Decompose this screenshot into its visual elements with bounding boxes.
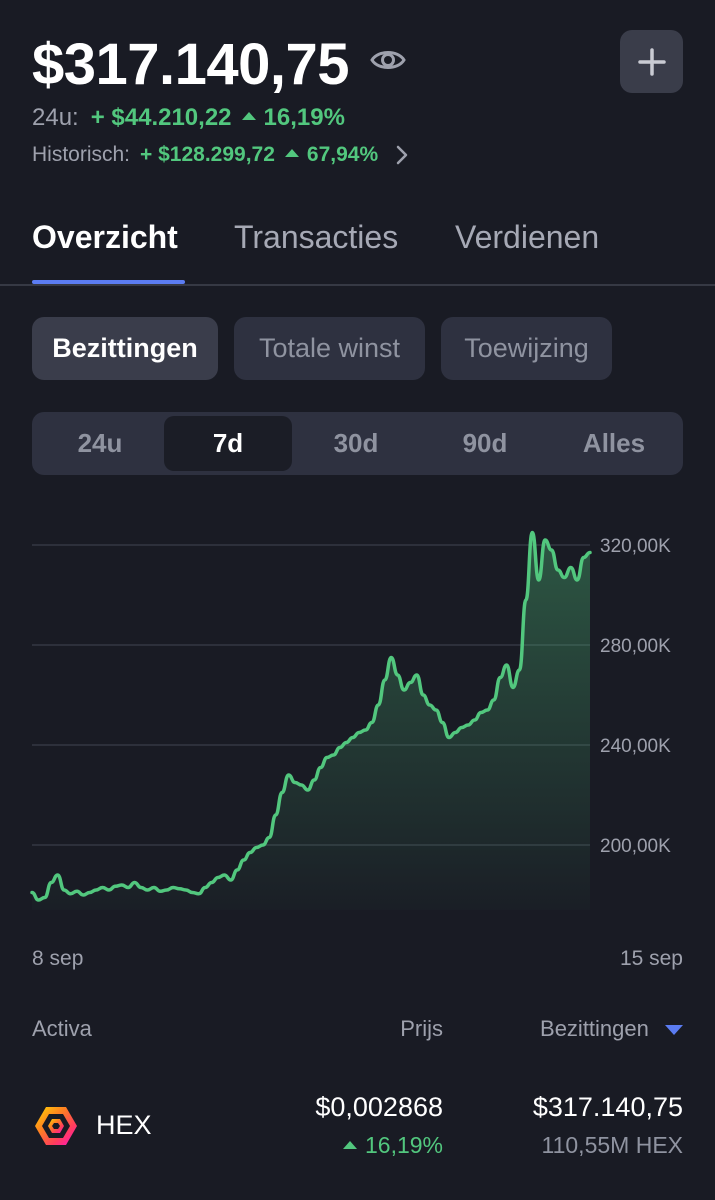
asset-holding-value: $317.140,75 (532, 1092, 683, 1122)
asset-price-change-pct: 16,19% (364, 1132, 443, 1158)
historic-change-pct: 67,94% (306, 143, 379, 166)
filter-total-profit[interactable]: Totale winst (234, 317, 425, 380)
tab-transactions[interactable]: Transacties (234, 216, 398, 258)
day-change-pct: 16,19% (263, 104, 345, 131)
asset-row[interactable]: HEX $0,002868 16,19% $317.140,75 110,55M… (0, 1080, 715, 1180)
asset-price: $0,002868 (315, 1092, 443, 1122)
column-header-price[interactable]: Prijs (400, 1016, 443, 1042)
add-button[interactable] (620, 30, 683, 93)
y-tick-label: 200,00K (600, 836, 671, 857)
chevron-right-icon[interactable] (396, 145, 408, 165)
period-24h[interactable]: 24u (36, 416, 164, 471)
filter-allocation[interactable]: Toewijzing (441, 317, 612, 380)
period-selector: 24u 7d 30d 90d Alles (32, 412, 683, 475)
chart-end-date: 15 sep (619, 947, 683, 970)
portfolio-screen: $317.140,75 24u: + $44.210,22 16,19% His… (0, 0, 715, 1200)
active-tab-indicator (32, 280, 185, 284)
column-header-asset: Activa (32, 1016, 92, 1041)
sort-down-icon (665, 1025, 683, 1036)
period-7d[interactable]: 7d (164, 416, 292, 471)
period-90d[interactable]: 90d (421, 416, 549, 471)
tab-earn[interactable]: Verdienen (455, 216, 599, 258)
portfolio-balance: $317.140,75 (32, 32, 350, 97)
day-change-label: 24u: (32, 104, 79, 131)
y-tick-label: 240,00K (600, 736, 671, 757)
chart-start-date: 8 sep (32, 947, 84, 970)
asset-name: HEX (96, 1110, 152, 1140)
up-arrow-icon (284, 149, 299, 157)
up-arrow-icon (241, 112, 256, 120)
tab-overview[interactable]: Overzicht (32, 216, 178, 258)
column-header-holdings[interactable]: Bezittingen (540, 1016, 683, 1042)
asset-holding-amount: 110,55M HEX (541, 1132, 683, 1158)
filter-holdings[interactable]: Bezittingen (32, 317, 218, 380)
period-all[interactable]: Alles (550, 416, 678, 471)
hex-logo-icon (35, 1107, 77, 1145)
day-change-value: + $44.210,22 (90, 104, 232, 131)
chart-area (32, 532, 590, 910)
up-arrow-icon (342, 1140, 357, 1149)
column-header-holdings-label: Bezittingen (540, 1016, 649, 1041)
tab-bar: Overzicht Transacties Verdienen (0, 216, 715, 286)
y-tick-label: 280,00K (600, 636, 671, 657)
period-30d[interactable]: 30d (292, 416, 420, 471)
day-change-row: 24u: + $44.210,22 16,19% (32, 104, 345, 132)
asset-price-change: 16,19% (342, 1132, 443, 1159)
historic-change-label: Historisch: (32, 143, 131, 166)
portfolio-chart[interactable]: 200,00K 240,00K 280,00K 320,00K (0, 500, 715, 930)
historic-change-row[interactable]: Historisch: + $128.299,72 67,94% (32, 143, 408, 167)
y-tick-label: 320,00K (600, 536, 671, 557)
plus-icon (637, 47, 666, 76)
eye-icon[interactable] (370, 44, 406, 76)
historic-change-value: + $128.299,72 (140, 143, 275, 166)
